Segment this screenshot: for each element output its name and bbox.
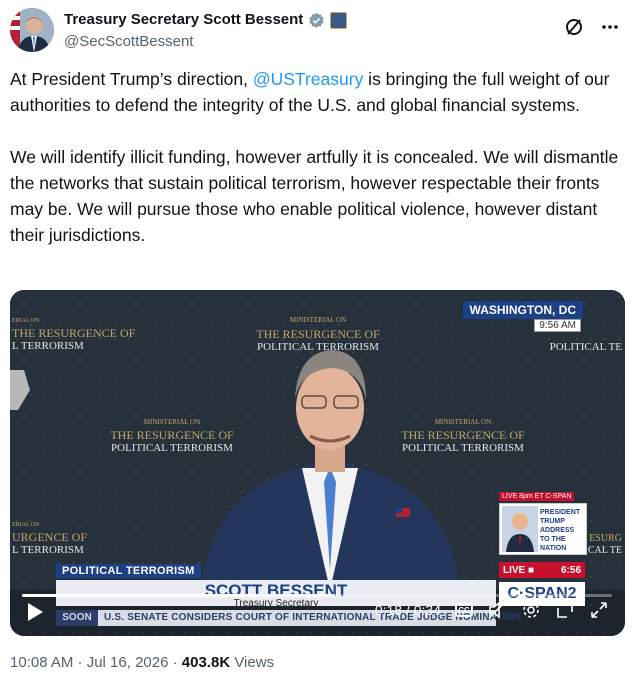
svg-text:POLITICAL TERRORISM: POLITICAL TERRORISM bbox=[402, 442, 524, 454]
promo-portrait-icon bbox=[502, 506, 538, 552]
svg-text:MINISTERIAL ON: MINISTERIAL ON bbox=[144, 418, 200, 426]
video-controls: 0:18 / 0:34 CC bbox=[10, 590, 625, 636]
views-label: Views bbox=[230, 654, 275, 671]
svg-text:POLITICAL TERRORISM: POLITICAL TERRORISM bbox=[111, 442, 233, 454]
tweet-header: Treasury Secretary Scott Bessent @SecSco… bbox=[10, 6, 625, 56]
tweet-text: At President Trump’s direction, @USTreas… bbox=[10, 66, 625, 274]
svg-text:THE RESURGENCE OF: THE RESURGENCE OF bbox=[401, 428, 525, 442]
svg-text:URGENCE OF: URGENCE OF bbox=[12, 530, 87, 544]
location-bug: WASHINGTON, DC bbox=[462, 301, 583, 319]
timestamp[interactable]: 10:08 AM · Jul 16, 2026 · bbox=[10, 654, 182, 671]
text-span: At President Trump’s direction, bbox=[10, 69, 253, 89]
video-player[interactable]: ERIAL ON THE RESURGENCE OF L TERRORISM M… bbox=[10, 290, 625, 636]
svg-text:THE RESURGENCE OF: THE RESURGENCE OF bbox=[256, 327, 380, 341]
svg-text:THE RESURGENCE OF: THE RESURGENCE OF bbox=[12, 326, 136, 340]
tweet-paragraph-2: We will identify illicit funding, howeve… bbox=[10, 147, 619, 245]
tweet-meta: 10:08 AM · Jul 16, 2026 · 403.8K Views bbox=[10, 654, 274, 671]
slash-circle-icon[interactable] bbox=[563, 16, 585, 38]
captions-icon[interactable]: CC bbox=[455, 603, 473, 617]
live-label: LIVE ■ bbox=[503, 564, 535, 576]
promo-box: PRESIDENT TRUMP ADDRESS TO THE NATION bbox=[499, 503, 587, 555]
fullscreen-icon[interactable] bbox=[589, 600, 609, 620]
svg-text:L TERRORISM: L TERRORISM bbox=[12, 340, 84, 352]
bug-time: 9:56 AM bbox=[534, 319, 581, 332]
svg-text:POLITICAL TE: POLITICAL TE bbox=[550, 341, 623, 353]
verified-badge-icon bbox=[309, 12, 325, 28]
display-name[interactable]: Treasury Secretary Scott Bessent bbox=[64, 10, 303, 30]
mute-icon[interactable] bbox=[487, 600, 507, 620]
avatar[interactable] bbox=[10, 8, 54, 52]
settings-gear-icon[interactable] bbox=[521, 600, 541, 620]
live-time: 6:56 bbox=[560, 564, 581, 576]
handle[interactable]: @SecScottBessent bbox=[64, 32, 347, 52]
tweet-paragraph-1: At President Trump’s direction, @USTreas… bbox=[10, 66, 625, 118]
avatar-portrait-icon bbox=[10, 8, 54, 52]
svg-text:MINISTERIAL ON: MINISTERIAL ON bbox=[435, 418, 491, 426]
time-display: 0:18 / 0:34 bbox=[374, 602, 441, 618]
promo-text: PRESIDENT TRUMP ADDRESS TO THE NATION bbox=[540, 509, 581, 552]
government-seal-icon bbox=[330, 11, 348, 29]
progress-fill bbox=[22, 594, 335, 597]
svg-text:POLITICAL TERRORISM: POLITICAL TERRORISM bbox=[257, 341, 379, 353]
svg-text:L TERRORISM: L TERRORISM bbox=[12, 544, 84, 556]
play-icon[interactable] bbox=[26, 602, 44, 622]
progress-bar[interactable] bbox=[22, 594, 612, 597]
svg-text:CAL TE: CAL TE bbox=[588, 545, 622, 556]
svg-text:THE RESURGENCE OF: THE RESURGENCE OF bbox=[110, 428, 234, 442]
mention-link[interactable]: @USTreasury bbox=[253, 69, 363, 89]
more-dots-icon[interactable] bbox=[599, 16, 621, 38]
svg-text:ESURG: ESURG bbox=[589, 533, 622, 544]
promo-time-label: LIVE 8pm ET C-SPAN bbox=[499, 492, 575, 501]
svg-text:ERIAL ON: ERIAL ON bbox=[12, 318, 40, 324]
live-indicator: LIVE ■ 6:56 bbox=[499, 562, 585, 578]
popout-icon[interactable] bbox=[555, 600, 575, 620]
svg-text:ERIAL ON: ERIAL ON bbox=[12, 522, 40, 528]
lower-third-tag: POLITICAL TERRORISM bbox=[56, 564, 201, 578]
views-count[interactable]: 403.8K bbox=[182, 654, 230, 671]
svg-text:MINISTERIAL ON: MINISTERIAL ON bbox=[290, 316, 346, 324]
